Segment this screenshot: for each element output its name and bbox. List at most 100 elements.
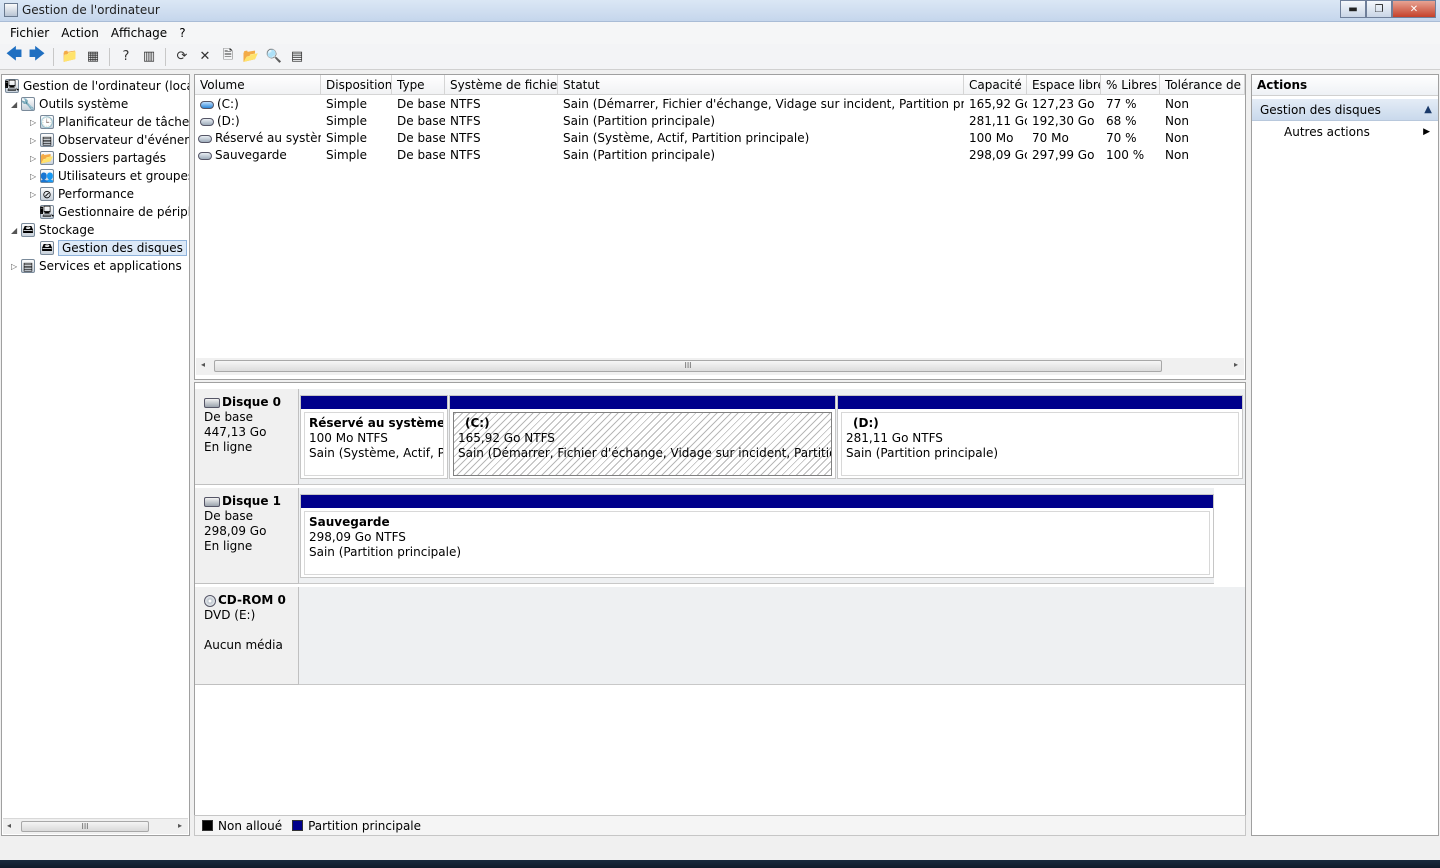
column-header-capacity[interactable]: Capacité	[964, 75, 1027, 95]
tree-item-task-scheduler[interactable]: ▷ 🕒 Planificateur de tâches	[30, 113, 189, 131]
partition-body: (C:) 165,92 Go NTFS Sain (Démarrer, Fich…	[453, 412, 832, 476]
scroll-thumb[interactable]: III	[21, 821, 149, 832]
help-icon[interactable]: ?	[116, 47, 136, 67]
table-row[interactable]: Réservé au système Simple De base NTFS S…	[195, 130, 1245, 147]
tree-item-label: Utilisateurs et groupes l	[58, 169, 190, 183]
disk-size: 447,13 Go	[204, 425, 267, 439]
table-row[interactable]: (C:) Simple De base NTFS Sain (Démarrer,…	[195, 96, 1245, 113]
expand-arrow-icon[interactable]: ▷	[30, 118, 40, 127]
partition-system-reserved[interactable]: Réservé au système 100 Mo NTFS Sain (Sys…	[300, 395, 448, 479]
disk-label[interactable]: Disque 0 De base 447,13 Go En ligne	[195, 389, 299, 485]
table-row[interactable]: Sauvegarde Simple De base NTFS Sain (Par…	[195, 147, 1245, 164]
cell-status: Sain (Système, Actif, Partition principa…	[563, 131, 810, 145]
partition-name: Sauvegarde	[309, 515, 390, 529]
table-row[interactable]: (D:) Simple De base NTFS Sain (Partition…	[195, 113, 1245, 130]
more-actions-item[interactable]: Autres actions ▶	[1252, 121, 1438, 143]
column-header-free-space[interactable]: Espace libre	[1027, 75, 1101, 95]
collapse-arrow-icon[interactable]: ◢	[11, 226, 21, 235]
toolbar: 🡄 🡆 📁 ▦ ? ▥ ⟳ ✕ 🗎 📂 🔍 ▤	[0, 44, 1440, 70]
forward-arrow-icon[interactable]: 🡆	[27, 44, 47, 67]
disk-name: Disque 0	[204, 395, 289, 410]
expand-arrow-icon[interactable]: ▷	[30, 154, 40, 163]
computer-icon: 🖳	[4, 78, 20, 93]
tree-item-label: Outils système	[39, 97, 129, 111]
maximize-button[interactable]: ❐	[1366, 0, 1392, 18]
menu-fichier[interactable]: Fichier	[4, 26, 55, 40]
menu-action[interactable]: Action	[55, 26, 105, 40]
tree-item-services-apps[interactable]: ▷ ▤ Services et applications	[11, 257, 182, 275]
partition-backup[interactable]: Sauvegarde 298,09 Go NTFS Sain (Partitio…	[300, 494, 1214, 578]
actions-group-label: Gestion des disques	[1260, 103, 1381, 117]
expand-arrow-icon[interactable]: ▷	[30, 190, 40, 199]
tree-item-storage[interactable]: ◢ 🖴 Stockage	[11, 221, 94, 239]
partition-c[interactable]: (C:) 165,92 Go NTFS Sain (Démarrer, Fich…	[449, 395, 836, 479]
submenu-arrow-icon: ▶	[1423, 127, 1430, 137]
tree-item-users-groups[interactable]: ▷ 👥 Utilisateurs et groupes l	[30, 167, 190, 185]
column-header-status[interactable]: Statut	[558, 75, 964, 95]
column-header-percent-free[interactable]: % Libres	[1101, 75, 1160, 95]
clock-icon: 🕒	[40, 115, 54, 129]
actions-group-disk-management[interactable]: Gestion des disques ▲	[1252, 99, 1438, 121]
up-folder-icon[interactable]: 📁	[60, 47, 80, 67]
search-icon[interactable]: 🔍	[264, 47, 284, 67]
scroll-thumb[interactable]: III	[214, 360, 1162, 372]
storage-icon: 🖴	[21, 222, 35, 237]
scroll-left-icon[interactable]: ◂	[7, 821, 11, 830]
tools-icon: 🔧	[21, 97, 35, 111]
column-header-fault-tolerance[interactable]: Tolérance de p	[1160, 75, 1245, 95]
column-header-disposition[interactable]: Disposition	[321, 75, 392, 95]
delete-icon[interactable]: ✕	[195, 47, 215, 67]
cell-type: De base	[397, 131, 445, 145]
disk-management-icon: 🖴	[40, 240, 54, 255]
cell-filesystem: NTFS	[450, 131, 481, 145]
expand-arrow-icon[interactable]: ▷	[30, 172, 40, 181]
back-arrow-icon[interactable]: 🡄	[4, 44, 24, 67]
open-icon[interactable]: 📂	[241, 47, 261, 67]
column-header-volume[interactable]: Volume	[195, 75, 321, 95]
tree-item-device-manager[interactable]: 🖳 Gestionnaire de périphé	[30, 203, 189, 221]
window-title: Gestion de l'ordinateur	[22, 3, 160, 17]
tree-item-system-tools[interactable]: ◢ 🔧 Outils système	[11, 95, 128, 113]
cell-percent-free: 100 %	[1106, 148, 1145, 162]
scroll-right-icon[interactable]: ▸	[178, 821, 182, 830]
collapse-up-icon[interactable]: ▲	[1424, 99, 1432, 121]
scroll-left-icon[interactable]: ◂	[201, 360, 205, 369]
scroll-right-icon[interactable]: ▸	[1234, 360, 1238, 369]
minimize-button[interactable]: ▬	[1340, 0, 1366, 18]
disk-label[interactable]: Disque 1 De base 298,09 Go En ligne	[195, 488, 299, 584]
show-tree-icon[interactable]: ▦	[83, 47, 103, 67]
cell-volume: Sauvegarde	[195, 147, 321, 164]
disk-name-text: Disque 0	[222, 395, 282, 409]
collapse-arrow-icon[interactable]: ◢	[11, 100, 21, 109]
expand-arrow-icon[interactable]: ▷	[11, 262, 21, 271]
tree-item-shared-folders[interactable]: ▷ 📂 Dossiers partagés	[30, 149, 166, 167]
refresh-icon[interactable]: ⟳	[172, 47, 192, 67]
menu-affichage[interactable]: Affichage	[105, 26, 173, 40]
tree-item-event-viewer[interactable]: ▷ ▤ Observateur d'événeme	[30, 131, 189, 149]
disk-name-text: Disque 1	[222, 494, 282, 508]
tree-item-performance[interactable]: ▷ ⊘ Performance	[30, 185, 134, 203]
taskbar	[0, 860, 1440, 868]
partition-d[interactable]: (D:) 281,11 Go NTFS Sain (Partition prin…	[837, 395, 1243, 479]
disk-kind: De base	[204, 410, 254, 424]
settings-icon[interactable]: ▤	[287, 47, 307, 67]
partition-body: (D:) 281,11 Go NTFS Sain (Partition prin…	[841, 412, 1239, 476]
tree-horizontal-scrollbar[interactable]: ◂ III ▸	[3, 818, 188, 834]
column-header-type[interactable]: Type	[392, 75, 445, 95]
close-button[interactable]: ✕	[1392, 0, 1436, 18]
expand-arrow-icon[interactable]: ▷	[30, 136, 40, 145]
menu-help[interactable]: ?	[173, 26, 191, 40]
show-action-pane-icon[interactable]: ▥	[139, 47, 159, 67]
disk-kind: De base	[204, 509, 254, 523]
disk-name: Disque 1	[204, 494, 289, 509]
cell-volume: (D:)	[195, 113, 321, 130]
column-header-filesystem[interactable]: Système de fichiers	[445, 75, 558, 95]
properties-icon[interactable]: 🗎	[218, 47, 238, 67]
menu-bar: Fichier Action Affichage ?	[0, 22, 1440, 44]
volume-list-horizontal-scrollbar[interactable]: ◂ III ▸	[196, 358, 1244, 375]
volume-disk-icon	[198, 134, 212, 143]
actions-pane: Actions Gestion des disques ▲ Autres act…	[1251, 74, 1439, 836]
disk-label[interactable]: CD-ROM 0 DVD (E:) Aucun média	[195, 587, 299, 685]
tree-item-disk-management[interactable]: 🖴 Gestion des disques	[30, 239, 187, 257]
tree-item-computer-management[interactable]: 🖳 Gestion de l'ordinateur (local)	[4, 77, 189, 95]
